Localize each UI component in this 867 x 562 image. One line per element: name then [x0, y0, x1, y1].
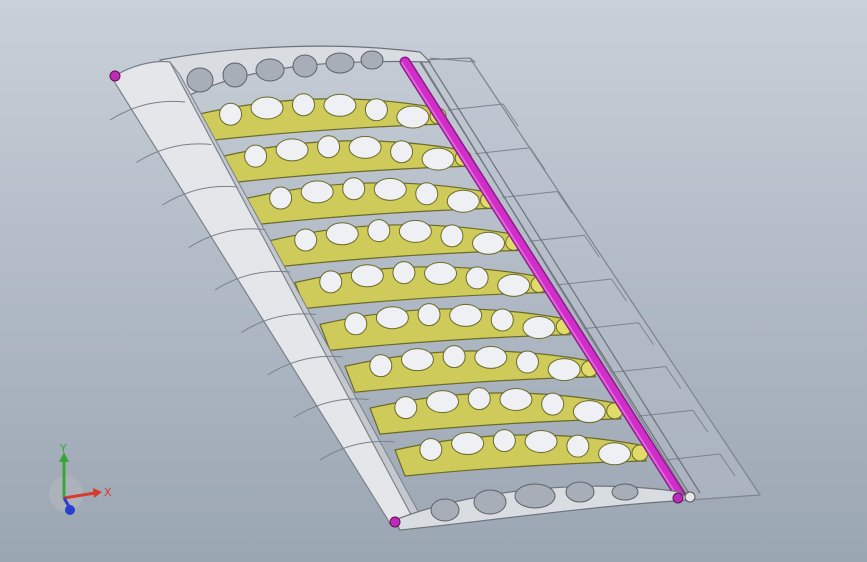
lightening-hole	[467, 387, 491, 411]
tip-hole	[430, 498, 460, 522]
wing-model[interactable]	[0, 0, 867, 562]
lightening-hole	[442, 345, 466, 369]
lightening-hole	[497, 273, 531, 297]
lightening-hole	[250, 96, 284, 120]
rib	[369, 387, 624, 435]
lightening-hole	[417, 303, 441, 327]
lightening-hole	[421, 147, 455, 171]
lightening-hole	[465, 266, 489, 290]
lightening-hole	[373, 177, 407, 201]
view-triad[interactable]: Y X	[40, 440, 120, 530]
lightening-hole	[344, 312, 368, 336]
lightening-hole	[490, 308, 514, 332]
lightening-hole	[426, 390, 460, 414]
lightening-hole	[275, 138, 309, 162]
lightening-hole	[472, 231, 505, 255]
lightening-hole	[474, 345, 508, 369]
lightening-hole	[364, 98, 388, 122]
tip-hole	[473, 489, 507, 515]
root-hole	[325, 52, 355, 74]
lightening-hole	[350, 264, 384, 288]
rib	[294, 261, 548, 310]
lightening-hole	[269, 186, 293, 210]
root-hole	[292, 54, 318, 78]
lightening-hole	[398, 219, 432, 243]
lightening-hole	[375, 306, 409, 330]
lightening-hole	[219, 102, 243, 126]
lightening-hole	[400, 348, 434, 372]
rib	[244, 177, 497, 226]
lightening-hole	[244, 144, 268, 168]
lightening-hole	[541, 392, 565, 416]
x-axis-arrow	[93, 488, 102, 498]
tip-rib	[394, 481, 692, 531]
lightening-hole	[348, 135, 382, 159]
lightening-hole	[300, 180, 334, 204]
lightening-hole	[419, 438, 443, 462]
y-axis-label: Y	[59, 442, 67, 455]
lightening-hole	[392, 261, 416, 285]
tip-hole	[565, 481, 595, 503]
lightening-hole	[515, 350, 539, 374]
lightening-hole	[492, 429, 516, 453]
lightening-hole	[547, 358, 581, 382]
lightening-hole	[415, 182, 439, 206]
z-axis-end	[65, 505, 75, 515]
lightening-hole	[524, 429, 558, 453]
rib	[219, 135, 472, 184]
tip-hole	[611, 483, 639, 501]
lightening-hole	[572, 400, 606, 424]
root-hole	[360, 50, 384, 70]
lightening-hole	[424, 261, 458, 285]
x-axis-label: X	[104, 486, 112, 499]
rib	[319, 303, 573, 352]
lightening-hole	[598, 442, 632, 466]
tip-pin-cap	[672, 492, 684, 504]
lightening-hole	[446, 189, 480, 213]
root-rib-frame	[159, 45, 432, 101]
lightening-hole	[566, 434, 590, 458]
lightening-hole	[390, 140, 414, 164]
root-hole	[186, 67, 214, 93]
rib	[269, 219, 523, 268]
lightening-hole	[499, 387, 533, 411]
lightening-hole	[369, 354, 393, 378]
lightening-hole	[323, 93, 357, 117]
rib	[344, 345, 598, 393]
lightening-hole	[294, 228, 318, 252]
lightening-hole	[396, 105, 430, 129]
triad-base	[49, 476, 83, 512]
tip-pin-ring	[684, 491, 696, 503]
root-spar-cap	[109, 70, 121, 82]
root-hole	[222, 62, 248, 88]
lightening-hole	[291, 93, 315, 117]
lightening-hole	[522, 315, 556, 339]
lightening-hole	[319, 270, 343, 294]
lightening-hole	[449, 303, 483, 327]
tip-hole	[514, 483, 556, 509]
rib	[194, 93, 447, 142]
lightening-hole	[394, 396, 418, 420]
lightening-hole	[342, 177, 366, 201]
lightening-hole	[317, 135, 341, 159]
lightening-hole	[440, 224, 464, 248]
lightening-hole	[367, 219, 391, 243]
lightening-hole	[325, 222, 359, 246]
root-hole	[255, 58, 285, 82]
graphics-viewport[interactable]: Y X	[0, 0, 867, 562]
rib	[394, 429, 649, 477]
tip-spar-cap	[389, 516, 401, 528]
lightening-hole	[451, 432, 485, 456]
